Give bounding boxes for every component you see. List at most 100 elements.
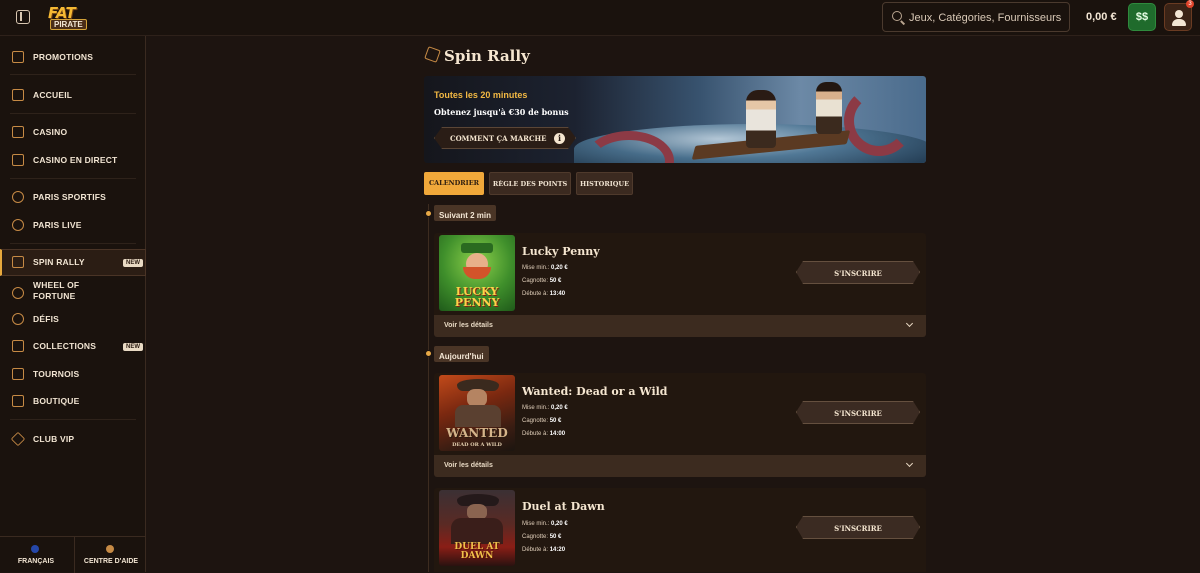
tab-label: CALENDRIER xyxy=(428,179,480,187)
pot-value: 50 € xyxy=(549,534,562,540)
fat-pirate-logo[interactable]: FAT PIRATE xyxy=(40,4,92,32)
cowboy-coat-art xyxy=(451,518,503,544)
sidebar-item-label: DÉFIS xyxy=(33,314,60,324)
details-toggle[interactable]: Voir les détails xyxy=(434,455,926,477)
main-content: Spin Rally Toutes les 20 minutes Obtenez… xyxy=(146,36,1200,572)
register-label: S'INSCRIRE xyxy=(834,269,882,278)
language-selector[interactable]: FRANÇAIS xyxy=(0,537,72,573)
sidebar-item-label: TOURNOIS xyxy=(33,369,80,379)
min-bet-value: 0,20 € xyxy=(551,521,568,527)
diamond-icon xyxy=(10,431,26,447)
register-button[interactable]: S'INSCRIRE xyxy=(796,261,920,284)
how-it-works-label: COMMENT ÇA MARCHE xyxy=(450,134,547,143)
start-row: Débute à: 14:20 xyxy=(522,547,565,553)
min-bet-row: Mise min.: 0,20 € xyxy=(522,521,568,527)
thumbnail-subtitle: DEAD OR A WILD xyxy=(452,442,502,448)
language-label: FRANÇAIS xyxy=(17,558,55,565)
game-thumbnail[interactable]: LUCKY PENNY xyxy=(439,235,515,311)
min-bet-row: Mise min.: 0,20 € xyxy=(522,405,568,411)
flag-icon xyxy=(12,256,24,268)
wallet-button[interactable]: $$ xyxy=(1128,3,1156,31)
sidebar-item-collections[interactable]: COLLECTIONS NEW xyxy=(0,334,146,360)
game-name: Lucky Penny xyxy=(522,245,600,258)
eu-flag-icon xyxy=(31,545,39,553)
wallet-icon: $$ xyxy=(1135,11,1149,23)
sidebar-footer: FRANÇAIS CENTRE D'AIDE xyxy=(0,536,146,573)
sidebar: PROMOTIONS ACCUEIL CASINO CASINO EN DIRE… xyxy=(0,36,146,573)
banner-subline: Obtenez jusqu'à €30 de bonus xyxy=(434,107,569,117)
pot-row: Cagnotte: 50 € xyxy=(522,278,561,284)
sidebar-item-spin-rally[interactable]: SPIN RALLY NEW xyxy=(0,249,146,276)
search-box[interactable] xyxy=(882,2,1070,32)
tab-historique[interactable]: HISTORIQUE xyxy=(576,172,633,195)
wheel-icon xyxy=(12,287,24,299)
leprechaun-hat-art xyxy=(461,243,493,253)
min-bet-value: 0,20 € xyxy=(551,265,568,271)
rally-card: DUEL AT DAWN Duel at Dawn Mise min.: 0,2… xyxy=(434,488,926,572)
chevron-down-icon xyxy=(905,459,914,468)
promo-banner: Toutes les 20 minutes Obtenez jusqu'à €3… xyxy=(424,76,926,163)
thumbnail-title: LUCKY PENNY xyxy=(454,285,500,309)
help-center-link[interactable]: CENTRE D'AIDE xyxy=(74,537,146,573)
min-bet-value: 0,20 € xyxy=(551,405,568,411)
sidebar-item-defis[interactable]: DÉFIS xyxy=(0,307,146,333)
sidebar-item-tournois[interactable]: TOURNOIS xyxy=(0,362,146,388)
new-badge: NEW xyxy=(123,259,143,267)
thumbnail-title: DUEL AT DAWN xyxy=(454,542,500,561)
sidebar-item-club-vip[interactable]: CLUB VIP xyxy=(0,427,146,453)
sidebar-item-boutique[interactable]: BOUTIQUE xyxy=(0,389,146,415)
sidebar-item-paris-sportifs[interactable]: PARIS SPORTIFS xyxy=(0,185,146,211)
user-head-icon xyxy=(1175,10,1183,18)
sidebar-item-accueil[interactable]: ACCUEIL xyxy=(0,83,146,109)
start-value: 14:20 xyxy=(549,547,566,553)
min-bet-label: Mise min.: xyxy=(522,265,550,271)
banner-pirate-man-art xyxy=(816,82,842,134)
home-icon xyxy=(12,89,24,101)
live-football-icon xyxy=(12,219,24,231)
sidebar-item-casino-en-direct[interactable]: CASINO EN DIRECT xyxy=(0,148,146,174)
min-bet-row: Mise min.: 0,20 € xyxy=(522,265,568,271)
pot-label: Cagnotte: xyxy=(522,418,549,424)
register-label: S'INSCRIRE xyxy=(834,524,882,533)
start-value: 14:00 xyxy=(549,431,566,437)
min-bet-label: Mise min.: xyxy=(522,521,550,527)
sidebar-item-label: CASINO EN DIRECT xyxy=(33,155,118,165)
sidebar-toggle-icon[interactable] xyxy=(16,10,30,24)
tab-calendrier[interactable]: CALENDRIER xyxy=(424,172,484,195)
banner-pirate-woman-art xyxy=(746,90,776,148)
sidebar-item-label: PROMOTIONS xyxy=(33,52,94,62)
how-it-works-button[interactable]: COMMENT ÇA MARCHE i xyxy=(434,127,576,149)
cowboy-body-art xyxy=(455,405,501,427)
details-toggle[interactable]: Voir les détails xyxy=(434,315,926,337)
new-badge: NEW xyxy=(123,343,143,351)
page-title: Spin Rally xyxy=(444,47,530,65)
sidebar-item-label: CLUB VIP xyxy=(33,434,75,444)
game-thumbnail[interactable]: WANTED DEAD OR A WILD xyxy=(439,375,515,451)
sidebar-item-casino[interactable]: CASINO xyxy=(0,120,146,146)
start-row: Débute à: 13:40 xyxy=(522,291,565,297)
register-label: S'INSCRIRE xyxy=(834,409,882,418)
balance-display[interactable]: 0,00 € xyxy=(1086,11,1117,23)
pot-label: Cagnotte: xyxy=(522,278,549,284)
sidebar-item-label: ACCUEIL xyxy=(33,90,73,100)
sidebar-item-wheel-of-fortune[interactable]: WHEEL OF FORTUNE xyxy=(0,278,146,308)
start-label: Débute à: xyxy=(522,291,549,297)
register-button[interactable]: S'INSCRIRE xyxy=(796,516,920,539)
register-button[interactable]: S'INSCRIRE xyxy=(796,401,920,424)
gift-box-icon xyxy=(12,51,24,63)
start-value: 13:40 xyxy=(549,291,566,297)
pot-value: 50 € xyxy=(549,278,562,284)
thumbnail-title: WANTED xyxy=(446,426,508,440)
details-label: Voir les détails xyxy=(444,462,493,469)
start-label: Débute à: xyxy=(522,547,549,553)
game-thumbnail[interactable]: DUEL AT DAWN xyxy=(439,490,515,566)
sidebar-item-paris-live[interactable]: PARIS LIVE xyxy=(0,213,146,239)
search-input[interactable] xyxy=(909,9,1067,27)
details-label: Voir les détails xyxy=(444,322,493,329)
sidebar-item-label: PARIS SPORTIFS xyxy=(33,192,107,202)
sidebar-item-promotions[interactable]: PROMOTIONS xyxy=(0,45,146,71)
timeline-dot xyxy=(425,350,432,357)
start-label: Débute à: xyxy=(522,431,549,437)
sidebar-divider xyxy=(10,113,136,114)
tab-regle-des-points[interactable]: RÈGLE DES POINTS xyxy=(489,172,571,195)
